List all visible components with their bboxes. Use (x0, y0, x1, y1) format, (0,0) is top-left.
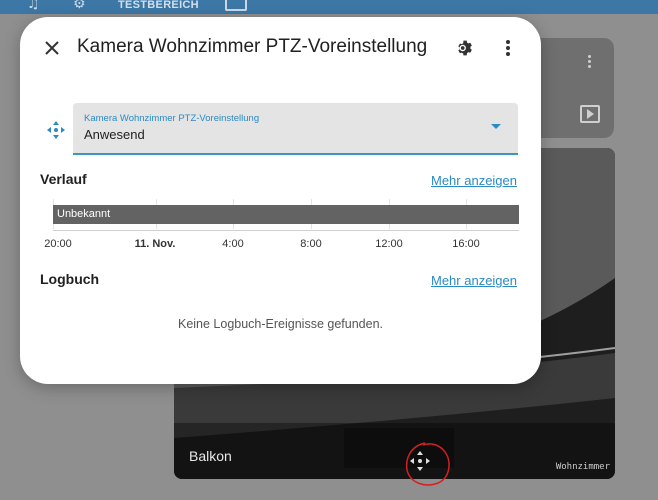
time-label: 8:00 (300, 238, 322, 250)
background-card (535, 38, 614, 138)
dialog-menu-icon[interactable] (502, 38, 514, 60)
history-timeline[interactable]: Unbekannt 20:00 11. Nov. 4:00 8:00 12:00… (40, 197, 519, 252)
history-state-label: Unbekannt (57, 208, 111, 220)
time-label: 16:00 (452, 238, 480, 250)
close-icon[interactable] (42, 38, 62, 58)
time-label: 12:00 (375, 238, 403, 250)
logbook-empty-message: Keine Logbuch-Ereignisse gefunden. (177, 317, 383, 331)
dropdown-arrow-icon[interactable] (491, 124, 501, 129)
history-more-link[interactable]: Mehr anzeigen (431, 173, 517, 188)
more-info-dialog: Kamera Wohnzimmer PTZ-Voreinstellung Kam… (20, 17, 541, 384)
monitor-icon[interactable] (225, 0, 247, 11)
dialog-title: Kamera Wohnzimmer PTZ-Voreinstellung (77, 36, 428, 57)
time-label: 20:00 (44, 238, 72, 250)
preset-select[interactable]: Kamera Wohnzimmer PTZ-Voreinstellung Anw… (73, 103, 518, 155)
history-title: Verlauf (40, 171, 87, 187)
history-state-bar[interactable]: Unbekannt (53, 205, 519, 224)
music-icon[interactable]: ♫ (27, 0, 40, 12)
annotation-circle (405, 442, 450, 486)
logbook-title: Logbuch (40, 271, 100, 287)
camera-watermark: Wohnzimmer (555, 462, 610, 472)
time-label: 4:00 (222, 238, 244, 250)
ptz-entity-icon (47, 121, 65, 139)
logbook-more-link[interactable]: Mehr anzeigen (431, 273, 517, 288)
media-play-icon[interactable] (580, 105, 600, 123)
preset-select-value: Anwesend (84, 127, 145, 142)
app-header: ♫ ⚙ TESTBEREICH (0, 0, 658, 14)
preset-select-label: Kamera Wohnzimmer PTZ-Voreinstellung (84, 113, 260, 124)
time-label: 11. Nov. (134, 238, 176, 250)
tab-testbereich[interactable]: TESTBEREICH (118, 0, 199, 11)
camera-name-label: Balkon (189, 448, 232, 464)
thermometer-icon[interactable]: ⚙ (73, 0, 86, 12)
gear-icon[interactable] (454, 37, 476, 59)
card-menu-icon[interactable] (584, 53, 594, 73)
